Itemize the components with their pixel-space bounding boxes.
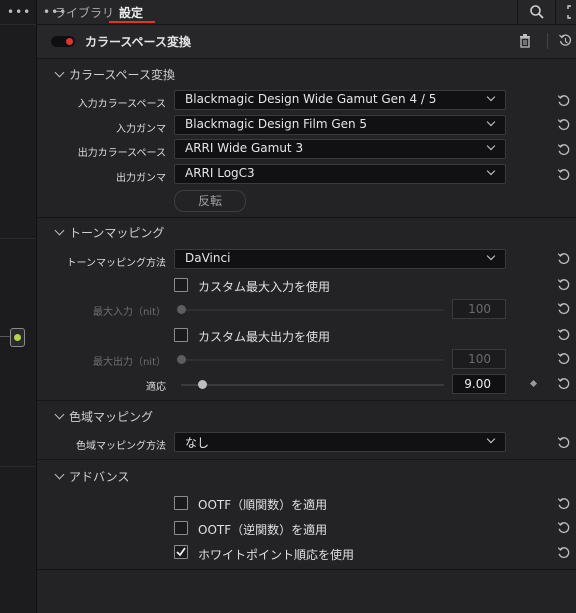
custom-max-input-checkbox[interactable] xyxy=(174,278,188,292)
reset-icon[interactable] xyxy=(557,377,571,391)
dropdown-value: DaVinci xyxy=(185,251,231,265)
max-input-slider-track xyxy=(181,309,444,311)
tone-method-label: トーンマッピング方法 xyxy=(66,258,167,269)
max-output-slider-track xyxy=(181,359,444,361)
apply-ootf-forward-label: OOTF（順関数）を適用 xyxy=(198,498,328,512)
effect-header: カラースペース変換 xyxy=(37,25,576,59)
section-title-tone-mapping[interactable]: トーンマッピング xyxy=(69,224,164,241)
dropdown-value: ARRI LogC3 xyxy=(185,166,255,180)
section-divider xyxy=(37,217,576,218)
inspector-tabbar: ••• ライブラリ 設定 xyxy=(37,0,576,25)
options-dots-icon[interactable]: ••• xyxy=(7,5,31,19)
effect-enable-toggle[interactable] xyxy=(51,36,75,47)
chevron-down-icon xyxy=(486,434,496,444)
header-separator xyxy=(547,33,548,49)
max-output-field: 100 xyxy=(452,349,506,369)
section-divider xyxy=(37,400,576,401)
reset-icon[interactable] xyxy=(557,168,571,182)
output-gamma-dropdown[interactable]: ARRI LogC3 xyxy=(174,164,506,184)
max-input-slider-knob xyxy=(177,305,186,314)
white-point-adaptation-label: ホワイトポイント順応を使用 xyxy=(198,548,355,562)
dropdown-value: なし xyxy=(185,436,210,450)
chevron-down-icon xyxy=(486,251,496,261)
apply-ootf-inverse-checkbox[interactable] xyxy=(174,521,188,535)
custom-max-output-label: カスタム最大出力を使用 xyxy=(198,330,331,344)
input-gamma-dropdown[interactable]: Blackmagic Design Film Gen 5 xyxy=(174,115,506,135)
chevron-down-icon xyxy=(486,92,496,102)
input-colorspace-label: 入力カラースペース xyxy=(77,99,166,110)
graph-gridline xyxy=(0,24,36,25)
max-input-field: 100 xyxy=(452,299,506,319)
max-output-value: 100 xyxy=(468,352,491,366)
reset-icon[interactable] xyxy=(557,546,571,560)
tab-library[interactable]: ライブラリ xyxy=(54,4,114,21)
dropdown-value: Blackmagic Design Film Gen 5 xyxy=(185,117,368,131)
reset-icon[interactable] xyxy=(557,521,571,535)
reset-icon[interactable] xyxy=(557,278,571,292)
reset-icon[interactable] xyxy=(557,94,571,108)
output-colorspace-dropdown[interactable]: ARRI Wide Gamut 3 xyxy=(174,139,506,159)
section-title-gamut-mapping[interactable]: 色域マッピング xyxy=(69,408,153,425)
white-point-adaptation-checkbox[interactable] xyxy=(174,545,188,559)
input-gamma-label: 入力ガンマ xyxy=(116,124,166,135)
gamut-method-dropdown[interactable]: なし xyxy=(174,432,506,452)
chevron-down-icon xyxy=(486,141,496,151)
tabbar-separator xyxy=(555,0,556,24)
custom-max-input-label: カスタム最大入力を使用 xyxy=(198,280,331,294)
expand-icon[interactable] xyxy=(566,4,576,20)
apply-ootf-forward-checkbox[interactable] xyxy=(174,496,188,510)
section-divider xyxy=(37,569,576,570)
custom-max-output-checkbox[interactable] xyxy=(174,328,188,342)
section-title-colorspace[interactable]: カラースペース変換 xyxy=(69,66,175,83)
reset-icon[interactable] xyxy=(557,436,571,450)
reset-icon[interactable] xyxy=(557,302,571,316)
adaptation-field[interactable]: 9.00 xyxy=(452,374,506,394)
section-title-advanced[interactable]: アドバンス xyxy=(69,468,129,485)
dropdown-value: ARRI Wide Gamut 3 xyxy=(185,141,304,155)
effect-title: カラースペース変換 xyxy=(85,35,191,49)
reset-icon[interactable] xyxy=(557,328,571,342)
invert-button[interactable]: 反転 xyxy=(174,190,246,212)
apply-ootf-inverse-label: OOTF（逆関数）を適用 xyxy=(198,523,328,537)
reset-effect-icon[interactable] xyxy=(558,33,573,48)
node-output-connector[interactable] xyxy=(10,328,25,347)
active-tab-indicator xyxy=(109,21,155,23)
section-divider xyxy=(37,459,576,460)
tab-settings[interactable]: 設定 xyxy=(119,4,143,21)
graph-gridline xyxy=(0,466,36,467)
reset-icon[interactable] xyxy=(557,143,571,157)
chevron-down-icon xyxy=(486,117,496,127)
dropdown-value: Blackmagic Design Wide Gamut Gen 4 / 5 xyxy=(185,92,437,106)
search-icon[interactable] xyxy=(529,4,545,20)
max-input-label: 最大入力（nit） xyxy=(92,307,166,318)
input-colorspace-dropdown[interactable]: Blackmagic Design Wide Gamut Gen 4 / 5 xyxy=(174,90,506,110)
tone-method-dropdown[interactable]: DaVinci xyxy=(174,249,506,269)
output-gamma-label: 出力ガンマ xyxy=(116,173,166,184)
node-status-dot xyxy=(14,334,21,341)
adaptation-slider-track[interactable] xyxy=(181,384,444,386)
trash-icon[interactable] xyxy=(519,34,531,48)
adaptation-value: 9.00 xyxy=(464,377,491,391)
tabbar-separator xyxy=(517,0,518,24)
max-input-value: 100 xyxy=(468,302,491,316)
checkmark-icon xyxy=(176,547,186,557)
graph-gridline xyxy=(0,238,36,239)
gamut-method-label: 色域マッピング方法 xyxy=(76,441,166,452)
output-colorspace-label: 出力カラースペース xyxy=(77,148,166,159)
reset-icon[interactable] xyxy=(557,497,571,511)
max-output-label: 最大出力（nit） xyxy=(92,357,166,368)
reset-icon[interactable] xyxy=(557,252,571,266)
chevron-down-icon xyxy=(486,166,496,176)
max-output-slider-knob xyxy=(177,355,186,364)
reset-icon[interactable] xyxy=(557,118,571,132)
adaptation-slider-knob[interactable] xyxy=(198,380,208,389)
adaptation-label: 適応 xyxy=(146,382,166,393)
reset-icon[interactable] xyxy=(557,352,571,366)
